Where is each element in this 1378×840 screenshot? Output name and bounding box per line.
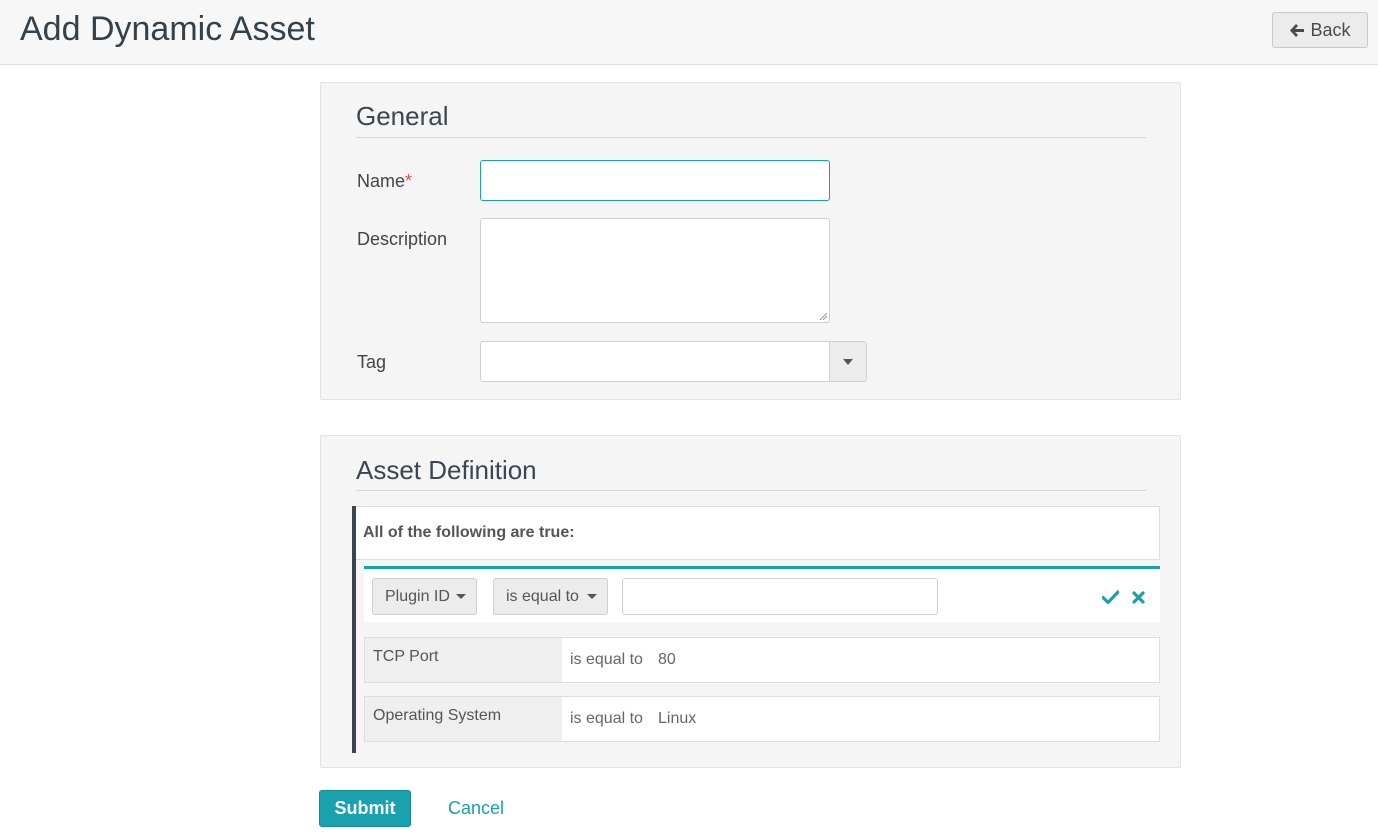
cancel-link[interactable]: Cancel — [448, 798, 504, 819]
asset-definition-panel: Asset Definition All of the following ar… — [320, 435, 1181, 768]
caret-down-icon — [587, 594, 597, 599]
name-label: Name* — [357, 171, 412, 192]
submit-button[interactable]: Submit — [319, 790, 411, 827]
rule-value: Linux — [658, 710, 697, 727]
arrow-left-icon — [1289, 23, 1305, 38]
rule-value-input[interactable] — [622, 578, 938, 615]
rule-field: TCP Port — [365, 638, 562, 682]
tag-input[interactable] — [480, 341, 830, 382]
rule-field: Operating System — [365, 697, 562, 741]
back-button[interactable]: Back — [1272, 12, 1368, 48]
tag-label: Tag — [357, 352, 387, 372]
rule-field-select[interactable]: Plugin ID — [372, 578, 477, 615]
rule-row[interactable]: TCP Port is equal to 80 — [364, 637, 1160, 683]
rule-value: 80 — [658, 651, 676, 668]
caret-down-icon — [843, 358, 853, 365]
caret-down-icon — [456, 594, 466, 599]
confirm-rule-button[interactable] — [1100, 587, 1120, 607]
rule-operator: is equal to — [570, 710, 643, 727]
cancel-rule-button[interactable] — [1128, 587, 1148, 607]
general-section-title: General — [356, 101, 449, 131]
name-input[interactable] — [480, 160, 830, 201]
description-label: Description — [357, 229, 448, 249]
rule-operator-select[interactable]: is equal to — [493, 578, 608, 615]
rule-row[interactable]: Operating System is equal to Linux — [364, 696, 1160, 742]
rule-group: All of the following are true: Plugin ID… — [352, 506, 1160, 753]
resize-grip-icon[interactable] — [819, 312, 827, 320]
back-button-label: Back — [1310, 19, 1351, 40]
rule-operator-select-label: is equal to — [506, 587, 579, 605]
required-mark: * — [405, 171, 413, 191]
asset-definition-title: Asset Definition — [356, 455, 537, 485]
general-panel: General Name* Description Tag — [320, 82, 1181, 400]
name-label-text: Name — [357, 171, 406, 191]
tag-dropdown-button[interactable] — [829, 341, 867, 382]
rule-operator: is equal to — [570, 651, 643, 668]
rule-field-select-label: Plugin ID — [385, 587, 450, 605]
check-icon — [1101, 590, 1119, 604]
rule-group-header[interactable]: All of the following are true: — [356, 506, 1160, 560]
rule-edit-row: Plugin ID is equal to — [364, 566, 1160, 622]
asset-definition-divider — [356, 490, 1146, 491]
description-textarea[interactable] — [480, 218, 830, 323]
page-header: Add Dynamic Asset Back — [0, 0, 1378, 65]
rule-group-label: All of the following are true: — [363, 524, 575, 541]
general-divider — [356, 137, 1146, 138]
page-title: Add Dynamic Asset — [20, 10, 315, 48]
close-icon — [1131, 590, 1145, 604]
